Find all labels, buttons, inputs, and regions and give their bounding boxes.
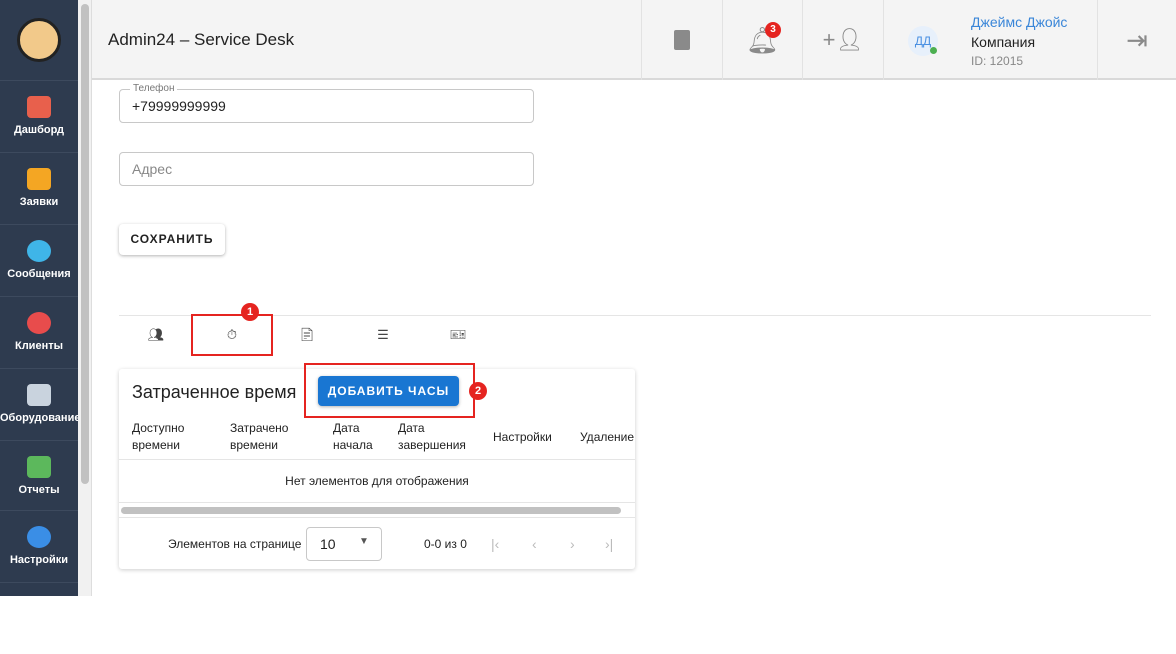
- header: Admin24 – Service Desk 🔔︎ 3 +👤︎ ДД Джеймс…: [92, 0, 1176, 80]
- sidebar-item-more[interactable]: [0, 582, 78, 654]
- address-field[interactable]: Адрес: [119, 152, 534, 186]
- clients-icon: [27, 312, 51, 334]
- phone-label: Телефон: [130, 83, 178, 94]
- column-header[interactable]: Дата завершения: [398, 420, 473, 454]
- sidebar-item-clients[interactable]: Клиенты: [0, 296, 78, 368]
- sidebar-item-tickets[interactable]: Заявки: [0, 152, 78, 224]
- next-page-button[interactable]: ›: [570, 536, 575, 552]
- dashboard-icon: [27, 96, 51, 118]
- per-page-value: 10: [320, 536, 336, 552]
- notification-count: 3: [765, 22, 781, 38]
- ticket-icon: 🎫︎: [449, 327, 467, 342]
- address-placeholder: Адрес: [132, 161, 173, 177]
- tab-documents[interactable]: 📄︎: [297, 327, 317, 343]
- divider: [119, 502, 635, 503]
- save-button[interactable]: СОХРАНИТЬ: [119, 224, 225, 255]
- logout-icon: ⇥: [1126, 24, 1148, 55]
- card-title: Затраченное время: [132, 382, 297, 402]
- notifications-button[interactable]: 🔔︎ 3: [722, 0, 802, 80]
- sidebar-label: Сообщения: [7, 268, 71, 280]
- first-page-button[interactable]: |‹: [491, 536, 499, 552]
- annotation-badge-2: 2: [469, 382, 487, 400]
- sidebar-item-dashboard[interactable]: Дашборд: [0, 80, 78, 152]
- prev-page-button[interactable]: ‹: [532, 536, 537, 552]
- sidebar-label: Клиенты: [14, 340, 63, 352]
- horizontal-scrollbar[interactable]: [121, 507, 621, 514]
- trash-icon: [674, 30, 690, 50]
- sidebar-label: Отчеты: [18, 484, 60, 496]
- user-name[interactable]: Джеймс Джойс: [971, 14, 1067, 30]
- sidebar-label: Оборудование: [0, 412, 81, 424]
- per-page-label: Элементов на странице: [168, 537, 302, 551]
- tab-gantt[interactable]: ☰: [373, 327, 393, 343]
- sidebar-label: Настройки: [9, 554, 69, 566]
- sidebar-item-messages[interactable]: Сообщения: [0, 224, 78, 296]
- gantt-icon: ☰: [377, 327, 389, 342]
- annotation-box-1: [191, 314, 273, 356]
- per-page-select[interactable]: 10 ▼: [306, 527, 382, 561]
- sidebar-item-equipment[interactable]: Оборудование: [0, 368, 81, 440]
- tab-users[interactable]: 👥︎: [146, 327, 166, 343]
- users-icon: 👥︎: [147, 327, 165, 342]
- gear-icon: [27, 526, 51, 548]
- sidebar-item-reports[interactable]: Отчеты: [0, 440, 78, 512]
- equipment-icon: [27, 384, 51, 406]
- chat-icon: [27, 240, 51, 262]
- phone-field[interactable]: Телефон +79999999999: [119, 83, 534, 123]
- divider: [119, 517, 635, 518]
- annotation-box-2: [304, 363, 475, 418]
- add-user-button[interactable]: +👤︎: [802, 0, 883, 80]
- column-header[interactable]: Доступно времени: [132, 420, 202, 454]
- add-user-icon: +👤︎: [822, 27, 864, 52]
- logout-button[interactable]: ⇥: [1097, 0, 1176, 80]
- online-status-dot: [930, 47, 937, 54]
- empty-message: Нет элементов для отображения: [285, 474, 469, 488]
- column-header[interactable]: Затрачено времени: [230, 420, 300, 454]
- divider: [119, 315, 1151, 316]
- sidebar-item-settings[interactable]: Настройки: [0, 510, 78, 582]
- avatar-logo[interactable]: [17, 18, 61, 62]
- page-range: 0-0 из 0: [424, 537, 467, 551]
- document-icon: 📄︎: [298, 327, 316, 342]
- annotation-badge-1: 1: [241, 303, 259, 321]
- column-header[interactable]: Дата начала: [333, 420, 383, 454]
- sidebar-label: Дашборд: [13, 124, 65, 136]
- megaphone-icon: [27, 168, 51, 190]
- chevron-down-icon: ▼: [359, 536, 369, 547]
- sidebar: Дашборд Заявки Сообщения Клиенты Оборудо…: [0, 0, 81, 596]
- divider: [119, 459, 635, 460]
- last-page-button[interactable]: ›|: [605, 536, 613, 552]
- user-id: ID: 12015: [971, 54, 1024, 68]
- user-profile[interactable]: ДД Джеймс Джойс Компания ID: 12015: [883, 0, 1097, 80]
- column-header[interactable]: Удаление: [580, 429, 634, 446]
- reports-icon: [27, 456, 51, 478]
- column-header[interactable]: Настройки: [493, 429, 552, 446]
- trash-button[interactable]: [641, 0, 722, 80]
- scrollbar-thumb[interactable]: [81, 4, 89, 484]
- sidebar-label: Заявки: [19, 196, 59, 208]
- phone-value: +79999999999: [132, 98, 226, 114]
- app-title: Admin24 – Service Desk: [108, 30, 295, 49]
- tab-ticket[interactable]: 🎫︎: [448, 327, 468, 343]
- company-name: Компания: [971, 34, 1036, 50]
